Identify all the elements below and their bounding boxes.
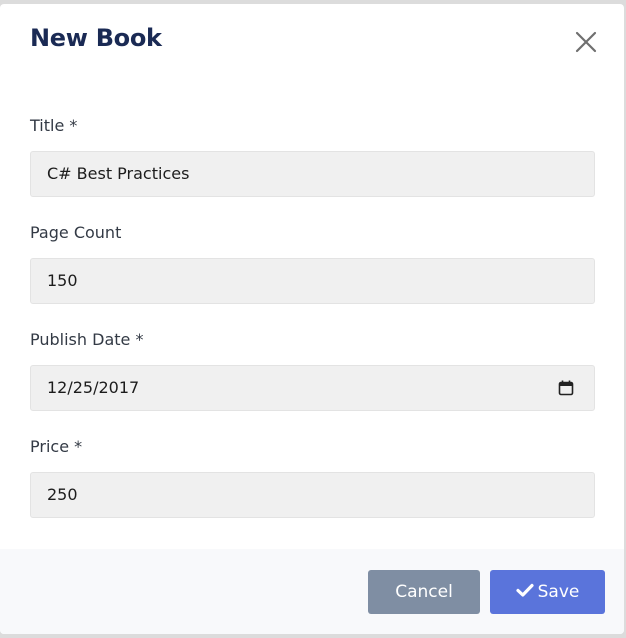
title-label: Title * [30, 116, 78, 135]
close-icon [575, 31, 597, 53]
title-field-group: Title * C# Best Practices [30, 112, 595, 215]
new-book-modal: New Book Title * C# Best Practices Page … [0, 4, 624, 634]
check-icon [516, 583, 534, 597]
publish-date-value: 12/25/2017 [47, 378, 140, 397]
cancel-button-label: Cancel [395, 582, 453, 602]
title-input[interactable]: C# Best Practices [30, 151, 595, 197]
price-field-group: Price * 250 [30, 433, 595, 536]
page-count-input[interactable]: 150 [30, 258, 595, 304]
page-count-field-group: Page Count 150 [30, 219, 595, 322]
modal-footer: Cancel Save [0, 549, 624, 634]
save-button-label: Save [537, 582, 580, 602]
publish-date-field-group: Publish Date * 12/25/2017 [30, 326, 595, 429]
publish-date-label: Publish Date * [30, 330, 144, 349]
price-input[interactable]: 250 [30, 472, 595, 518]
calendar-icon[interactable] [558, 380, 574, 396]
modal-title: New Book [30, 24, 162, 52]
publish-date-input[interactable]: 12/25/2017 [30, 365, 595, 411]
price-label: Price * [30, 437, 83, 456]
close-button[interactable] [574, 30, 598, 54]
save-button[interactable]: Save [490, 570, 605, 614]
modal-body: Title * C# Best Practices Page Count 150… [30, 108, 595, 536]
modal-header: New Book [0, 4, 624, 82]
cancel-button[interactable]: Cancel [368, 570, 480, 614]
page-count-label: Page Count [30, 223, 122, 242]
